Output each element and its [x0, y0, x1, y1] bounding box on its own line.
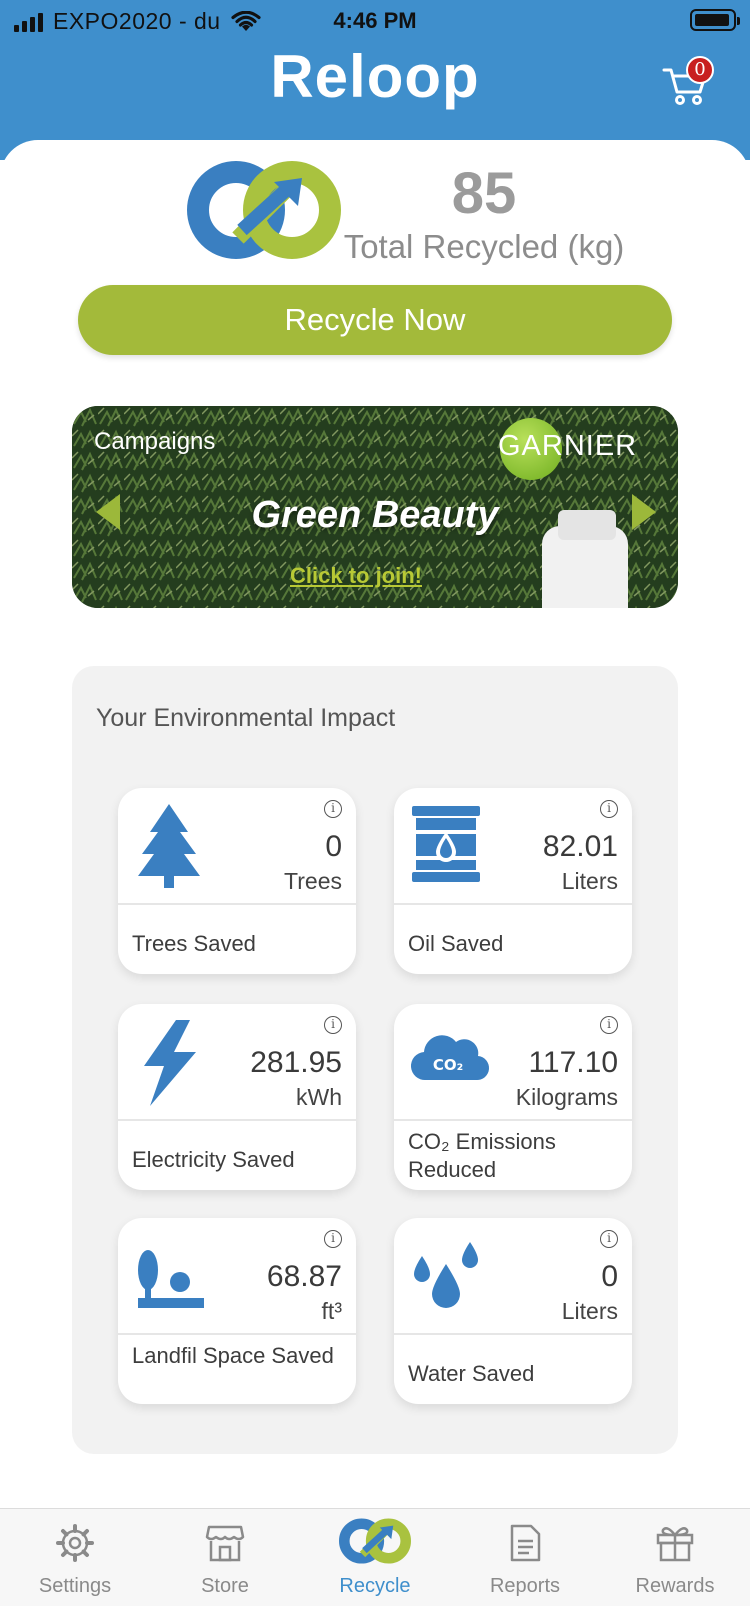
tab-label: Store — [201, 1575, 249, 1597]
impact-unit: Kilograms — [515, 1084, 618, 1110]
battery-icon — [690, 9, 740, 31]
impact-card-water[interactable]: i 0 Liters Water Saved — [394, 1218, 632, 1404]
cart-count-badge[interactable]: 0 — [686, 56, 714, 84]
info-icon[interactable]: i — [600, 1016, 618, 1034]
document-icon — [510, 1524, 541, 1562]
info-icon[interactable]: i — [324, 1016, 342, 1034]
impact-unit: ft³ — [321, 1298, 342, 1324]
impact-unit: kWh — [296, 1084, 342, 1110]
info-icon[interactable]: i — [600, 1230, 618, 1248]
tab-recycle[interactable]: Recycle — [300, 1509, 450, 1606]
card-divider — [394, 903, 632, 905]
impact-card-trees[interactable]: i 0 Trees Trees Saved — [118, 788, 356, 974]
impact-label: Landfil Space Saved — [132, 1343, 334, 1368]
impact-card-electricity[interactable]: i 281.95 kWh Electricity Saved — [118, 1004, 356, 1190]
tab-label: Settings — [38, 1575, 112, 1597]
reloop-logo-icon — [187, 161, 341, 259]
impact-unit: Trees — [284, 868, 342, 894]
store-icon — [205, 1525, 245, 1562]
total-recycled-value: 85 — [451, 161, 517, 226]
card-divider — [118, 903, 356, 905]
recycle-now-button[interactable]: Recycle Now — [78, 285, 672, 355]
info-icon[interactable]: i — [324, 800, 342, 818]
water-drops-icon — [414, 1242, 478, 1308]
impact-card-oil[interactable]: i 82.01 Liters Oil Saved — [394, 788, 632, 974]
tree-icon — [138, 804, 200, 888]
card-divider — [118, 1333, 356, 1335]
impact-card-co2[interactable]: CO₂ i 117.10 Kilograms CO₂ Emissions Red… — [394, 1004, 632, 1190]
info-icon[interactable]: i — [600, 800, 618, 818]
header-bar: EXPO2020 - du 4:46 PM Reloop 0 — [0, 0, 750, 160]
campaigns-label: Campaigns — [94, 428, 216, 455]
tab-rewards[interactable]: Rewards — [600, 1509, 750, 1606]
co2-cloud-icon: CO₂ — [410, 1035, 490, 1081]
oil-barrel-icon — [412, 806, 480, 882]
impact-unit: Liters — [561, 1298, 618, 1324]
campaign-title: Green Beauty — [251, 494, 499, 536]
campaign-join-link[interactable]: Click to join! — [290, 563, 422, 589]
recycle-icon — [339, 1518, 411, 1564]
campaign-banner[interactable]: GARNIER Campaigns Green Beauty Click to … — [72, 406, 678, 608]
impact-value: 0 — [325, 830, 342, 863]
gift-icon — [656, 1527, 694, 1562]
impact-title: Your Environmental Impact — [96, 704, 396, 732]
card-divider — [394, 1333, 632, 1335]
impact-value: 117.10 — [528, 1046, 618, 1079]
card-divider — [118, 1119, 356, 1121]
lightning-icon — [144, 1020, 196, 1106]
environmental-impact-panel: Your Environmental Impact i 0 Trees Tree… — [72, 666, 678, 1454]
tab-settings[interactable]: Settings — [0, 1509, 150, 1606]
card-divider — [394, 1119, 632, 1121]
app-screen: EXPO2020 - du 4:46 PM Reloop 0 85 Total … — [0, 0, 750, 1606]
total-recycled-label: Total Recycled (kg) — [343, 228, 625, 265]
impact-label: CO₂ Emissions Reduced — [408, 1129, 556, 1182]
tab-reports[interactable]: Reports — [450, 1509, 600, 1606]
impact-card-landfill[interactable]: i 68.87 ft³ Landfil Space Saved — [118, 1218, 356, 1404]
tab-store[interactable]: Store — [150, 1509, 300, 1606]
impact-unit: Liters — [561, 868, 618, 894]
tab-label: Rewards — [635, 1575, 715, 1597]
tab-label: Recycle — [339, 1575, 411, 1597]
status-bar: EXPO2020 - du 4:46 PM — [0, 0, 750, 40]
tab-label: Reports — [489, 1575, 561, 1597]
impact-label: Trees Saved — [132, 931, 256, 956]
app-logo: Reloop — [270, 43, 480, 110]
impact-label: Water Saved — [408, 1361, 535, 1386]
impact-value: 82.01 — [542, 830, 618, 863]
campaign-brand-name: GARNIER — [498, 430, 638, 462]
landfill-icon — [138, 1250, 204, 1308]
impact-label: Electricity Saved — [132, 1147, 295, 1172]
impact-value: 281.95 — [250, 1046, 342, 1079]
impact-value: 0 — [601, 1260, 618, 1293]
status-time: 4:46 PM — [333, 8, 417, 33]
bottom-tab-bar: Settings Store Recycle Reports Rewards — [0, 1508, 750, 1606]
impact-label: Oil Saved — [408, 931, 504, 956]
info-icon[interactable]: i — [324, 1230, 342, 1248]
impact-value: 68.87 — [266, 1260, 342, 1293]
gear-icon — [56, 1524, 94, 1562]
svg-text:CO₂: CO₂ — [433, 1056, 463, 1074]
